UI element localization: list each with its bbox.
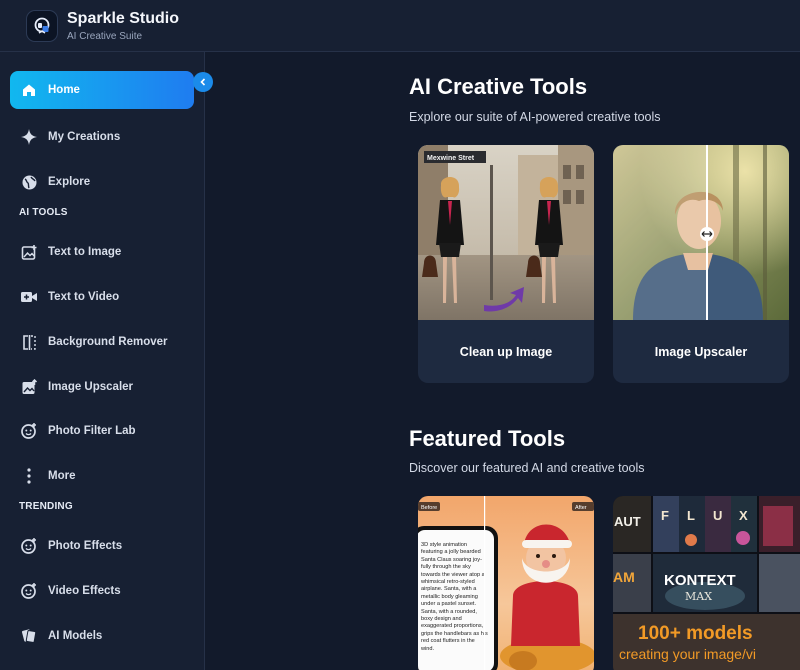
sidebar-item-photo-effects[interactable]: Photo Effects — [10, 527, 194, 565]
sidebar-item-video-effects[interactable]: Video Effects — [10, 572, 194, 610]
home-icon — [19, 80, 39, 100]
globe-icon — [19, 172, 39, 192]
video-plus-icon — [19, 287, 39, 307]
sidebar-item-label: Text to Video — [48, 291, 120, 303]
sidebar-item-label: My Creations — [48, 131, 121, 143]
sidebar-item-label: Image Upscaler — [48, 381, 134, 393]
clean-up-image-thumbnail: Mexwine Stret — [418, 145, 594, 320]
sidebar-collapse-button[interactable] — [193, 72, 213, 92]
sidebar-item-explore[interactable]: Explore — [10, 163, 194, 201]
image-up-icon — [19, 377, 39, 397]
sidebar-item-ai-models[interactable]: AI Models — [10, 617, 194, 655]
section-label-ai-tools: AI TOOLS — [19, 207, 68, 218]
section-subtitle: Explore our suite of AI-powered creative… — [409, 110, 661, 124]
sidebar-item-more[interactable]: More — [10, 457, 194, 495]
flux-letter-x: X — [739, 508, 748, 523]
filter-face-icon — [19, 421, 39, 441]
section-title-featured-tools: Featured Tools — [409, 426, 566, 451]
featured-card-santa[interactable]: 3D style animation featuring a jolly bea… — [418, 496, 594, 670]
tagline-text: creating your image/vi — [619, 646, 756, 662]
sidebar-item-label: Video Effects — [48, 585, 121, 597]
street-sign-text: Mexwine Stret — [427, 155, 475, 162]
prompt-text: 3D style animation featuring a jolly bea… — [421, 542, 488, 652]
sidebar-item-label: Home — [48, 84, 80, 96]
section-title-ai-creative-tools: AI Creative Tools — [409, 74, 588, 99]
models-count-text: 100+ models — [638, 623, 753, 644]
more-dots-icon — [19, 466, 39, 486]
effects-face-icon — [19, 536, 39, 556]
sidebar-item-label: Photo Filter Lab — [48, 425, 136, 437]
app-logo-icon[interactable] — [26, 10, 58, 42]
sidebar-item-label: Text to Image — [48, 246, 122, 258]
flux-letter-u: U — [713, 508, 722, 523]
after-label: After — [575, 505, 587, 511]
tool-card-label: Clean up Image — [459, 344, 553, 359]
sidebar-item-label: More — [48, 470, 76, 482]
sidebar-item-image-upscaler[interactable]: Image Upscaler — [10, 368, 194, 406]
tool-card-clean-up-image[interactable]: Mexwine Stret Clean up Image — [418, 145, 594, 383]
sidebar-item-text-to-video[interactable]: Text to Video — [10, 278, 194, 316]
sidebar-item-text-to-image[interactable]: Text to Image — [10, 233, 194, 271]
santa-thumbnail: 3D style animation featuring a jolly bea… — [418, 496, 594, 670]
sidebar-item-label: Background Remover — [48, 336, 168, 348]
tool-card-image-upscaler[interactable]: Image Upscaler — [613, 145, 789, 383]
video-effects-icon — [19, 581, 39, 601]
chevron-left-icon — [200, 78, 206, 86]
sidebar-item-home[interactable]: Home — [10, 71, 194, 109]
sidebar-item-label: AI Models — [48, 630, 103, 642]
image-plus-icon — [19, 242, 39, 262]
tool-card-label: Image Upscaler — [654, 344, 748, 359]
app-subtitle: AI Creative Suite — [67, 31, 143, 42]
section-label-trending: TRENDING — [19, 501, 73, 512]
sidebar-item-label: Explore — [48, 176, 91, 188]
compare-icon — [19, 332, 39, 352]
sidebar-item-label: Photo Effects — [48, 540, 123, 552]
featured-card-models[interactable]: AUT F L U X AM KONTEXT MAX 100+ models c… — [613, 496, 800, 670]
before-label: Before — [421, 505, 437, 511]
sidebar-item-background-remover[interactable]: Background Remover — [10, 323, 194, 361]
flux-letter-l: L — [687, 508, 695, 523]
flux-letter-f: F — [661, 508, 669, 523]
app-title: Sparkle Studio — [67, 10, 180, 27]
cards-icon — [19, 626, 39, 646]
kontext-text: KONTEXT — [664, 572, 736, 589]
sidebar-item-photo-filter-lab[interactable]: Photo Filter Lab — [10, 412, 194, 450]
app-header: Sparkle Studio AI Creative Suite — [0, 0, 800, 52]
aut-text: AUT — [614, 514, 641, 529]
sidebar-item-my-creations[interactable]: My Creations — [10, 118, 194, 156]
section-subtitle: Discover our featured AI and creative to… — [409, 461, 645, 475]
sparkle-icon — [19, 127, 39, 147]
svg-text:AM: AM — [613, 569, 635, 585]
models-collage-thumbnail: AUT F L U X AM KONTEXT MAX 100+ models c… — [613, 496, 800, 670]
max-text: MAX — [685, 590, 712, 603]
image-upscaler-thumbnail — [613, 145, 789, 320]
